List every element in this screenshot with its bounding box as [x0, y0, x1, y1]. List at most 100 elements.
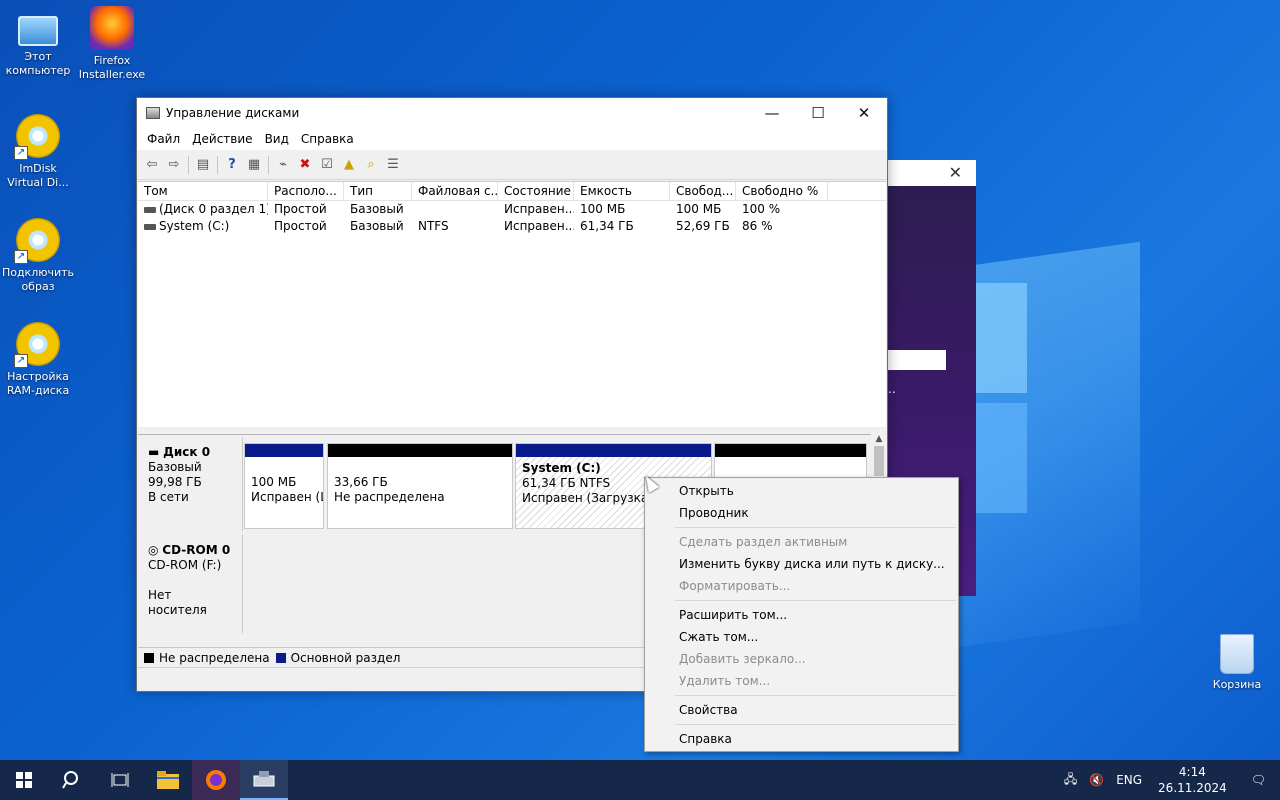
shortcut-arrow-icon: ↗ — [14, 354, 28, 368]
menu-bar: Файл Действие Вид Справка — [137, 128, 887, 150]
minimize-button[interactable]: — — [749, 98, 795, 128]
background-window-field — [888, 350, 946, 370]
notifications-icon[interactable]: 🗨 — [1237, 773, 1280, 787]
table-cell: 52,69 ГБ — [676, 219, 730, 233]
language-indicator[interactable]: ENG — [1110, 773, 1148, 787]
menu-item-change-drive-letter[interactable]: Изменить букву диска или путь к диску... — [645, 553, 958, 575]
menu-item-help[interactable]: Справка — [645, 728, 958, 750]
table-cell: 100 МБ — [580, 202, 626, 216]
start-button[interactable] — [0, 760, 48, 800]
legend-swatch-unallocated — [144, 652, 154, 663]
menu-item-shrink-volume[interactable]: Сжать том... — [645, 626, 958, 648]
disk-management-icon — [146, 107, 160, 119]
network-icon[interactable]: 🖧 — [1058, 770, 1083, 791]
partition-title: System (C:) — [522, 461, 601, 475]
disc-icon: ↗ — [14, 218, 60, 264]
menu-separator — [675, 527, 956, 528]
menu-item-delete-volume: Удалить том... — [679, 674, 771, 688]
partition-size: 100 МБ — [251, 475, 297, 489]
shortcut-arrow-icon: ↗ — [14, 250, 28, 264]
table-cell: Исправен... — [504, 219, 574, 233]
volume-icon — [144, 206, 156, 213]
maximize-button[interactable]: ☐ — [795, 98, 841, 128]
computer-icon — [18, 16, 58, 46]
title-bar[interactable]: Управление дисками — ☐ ✕ — [137, 98, 887, 128]
column-header-filesystem[interactable]: Файловая с... — [412, 182, 498, 200]
list-view-icon[interactable]: ☰ — [382, 154, 404, 176]
scrollbar-thumb[interactable] — [874, 446, 884, 476]
volume-name-cell: System (C:) — [138, 218, 268, 235]
delete-icon[interactable]: ✖ — [294, 154, 316, 176]
disk-0-name: Диск 0 — [163, 445, 211, 459]
table-cell: 100 МБ — [676, 202, 722, 216]
column-header-volume[interactable]: Том — [138, 182, 268, 200]
legend-unallocated: Не распределена — [159, 650, 270, 665]
menu-action[interactable]: Действие — [186, 132, 258, 146]
desktop-icon-imdisk[interactable]: ↗ ImDisk Virtual Di... — [0, 114, 76, 190]
partition-unallocated[interactable]: 33,66 ГБ Не распределена — [327, 443, 513, 529]
column-header-layout[interactable]: Располо... — [268, 182, 344, 200]
clock[interactable]: 4:14 26.11.2024 — [1148, 764, 1237, 796]
menu-item-explorer[interactable]: Проводник — [645, 502, 958, 524]
partition-system-reserved[interactable]: 100 МБ Исправен (Ш — [244, 443, 324, 529]
menu-item-open[interactable]: Открыть — [645, 480, 958, 502]
menu-separator — [675, 695, 956, 696]
disk-0-type: Базовый — [148, 460, 202, 474]
properties-icon[interactable]: ▦ — [243, 154, 265, 176]
taskbar-file-explorer[interactable] — [144, 760, 192, 800]
volume-muted-icon[interactable]: 🔇 — [1083, 773, 1110, 787]
disk-0-label[interactable]: ▬ Диск 0 Базовый 99,98 ГБ В сети — [138, 437, 243, 531]
partition-strip — [328, 444, 512, 457]
close-icon[interactable]: ✕ — [949, 163, 962, 182]
table-cell: 86 % — [742, 219, 773, 233]
partition-strip — [715, 444, 866, 457]
column-header-free-space[interactable]: Свобод... — [670, 182, 736, 200]
shortcut-arrow-icon: ↗ — [14, 146, 28, 160]
cdrom-0-label[interactable]: ◎ CD-ROM 0 CD-ROM (F:) Нет носителя — [138, 535, 243, 633]
desktop-icon-ram-disk[interactable]: ↗ Настройка RAM-диска — [0, 322, 76, 398]
column-header-type[interactable]: Тип — [344, 182, 412, 200]
scroll-up-icon[interactable]: ▲ — [871, 434, 887, 444]
clock-time: 4:14 — [1178, 765, 1206, 779]
menu-item-format: Форматировать... — [679, 579, 791, 593]
menu-view[interactable]: Вид — [259, 132, 295, 146]
folder-search-icon[interactable]: ⌕ — [360, 154, 382, 176]
menu-help[interactable]: Справка — [295, 132, 360, 146]
disk-0-size: 99,98 ГБ — [148, 475, 202, 489]
menu-item-properties[interactable]: Свойства — [645, 699, 958, 721]
close-button[interactable]: ✕ — [841, 98, 887, 128]
disc-icon: ↗ — [14, 114, 60, 160]
taskbar-firefox[interactable] — [192, 760, 240, 800]
legend: Не распределена Основной раздел — [138, 647, 644, 667]
firefox-icon — [90, 6, 134, 50]
column-header-capacity[interactable]: Емкость — [574, 182, 670, 200]
table-row[interactable]: (Диск 0 раздел 1) Простой Базовый Исправ… — [138, 201, 886, 218]
search-button[interactable] — [48, 760, 96, 800]
table-cell: Простой — [274, 219, 327, 233]
connect-disk-icon[interactable]: ⌁ — [272, 154, 294, 176]
forward-arrow-icon[interactable]: ⇨ — [163, 154, 185, 176]
help-icon[interactable]: ? — [221, 154, 243, 176]
table-cell: NTFS — [418, 219, 449, 233]
menu-item-extend-volume[interactable]: Расширить том... — [645, 604, 958, 626]
toolbar: ⇦ ⇨ ▤ ? ▦ ⌁ ✖ ☑ ▲ ⌕ ☰ — [137, 150, 887, 180]
show-hide-console-tree-icon[interactable]: ▤ — [192, 154, 214, 176]
column-header-free-percent[interactable]: Свободно % — [736, 182, 828, 200]
check-icon[interactable]: ☑ — [316, 154, 338, 176]
taskbar-disk-management[interactable] — [240, 760, 288, 800]
back-arrow-icon[interactable]: ⇦ — [141, 154, 163, 176]
table-cell: 61,34 ГБ — [580, 219, 634, 233]
background-window-titlebar: ✕ — [888, 160, 976, 186]
cdrom-0-name: CD-ROM 0 — [162, 543, 231, 557]
volume-list: Том Располо... Тип Файловая с... Состоян… — [138, 181, 886, 427]
menu-file[interactable]: Файл — [141, 132, 186, 146]
desktop-icon-mount-image[interactable]: ↗ Подключить образ — [0, 218, 76, 294]
table-row[interactable]: System (C:) Простой Базовый NTFS Исправе… — [138, 218, 886, 235]
desktop-icon-this-pc[interactable]: Этот компьютер — [0, 8, 76, 78]
task-view-button[interactable] — [96, 760, 144, 800]
legend-primary: Основной раздел — [290, 650, 401, 665]
folder-up-icon[interactable]: ▲ — [338, 154, 360, 176]
desktop-icon-recycle-bin[interactable]: Корзина — [1199, 634, 1275, 692]
desktop-icon-firefox-installer[interactable]: Firefox Installer.exe — [74, 6, 150, 82]
column-header-status[interactable]: Состояние — [498, 182, 574, 200]
